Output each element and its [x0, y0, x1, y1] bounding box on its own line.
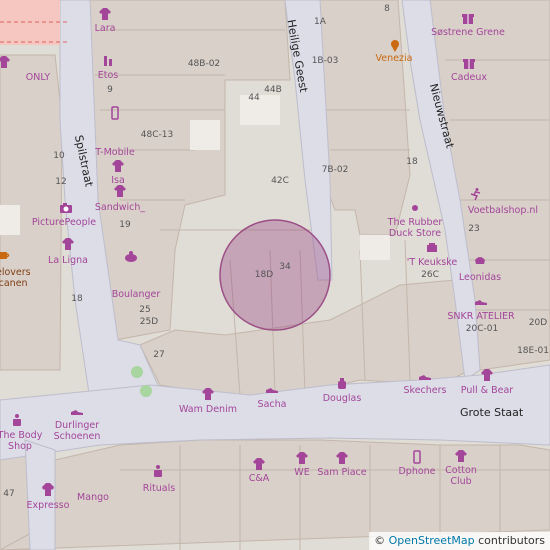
- shop-clothes-icon[interactable]: [454, 448, 468, 462]
- poi-label[interactable]: Isa: [111, 175, 125, 186]
- bakery-icon[interactable]: [124, 248, 138, 262]
- house-number: 19: [119, 220, 131, 230]
- house-number: 1A: [314, 17, 326, 27]
- poi-label[interactable]: Skechers: [404, 385, 447, 396]
- poi-label[interactable]: Cotton Club: [441, 465, 481, 487]
- gift-icon[interactable]: [461, 10, 475, 24]
- house-number: 48B-02: [187, 59, 221, 69]
- cosmetics-icon[interactable]: [10, 412, 24, 426]
- shoe-icon[interactable]: [474, 293, 488, 307]
- poi-label[interactable]: Pull & Bear: [461, 385, 513, 396]
- shop-clothes-icon[interactable]: [480, 367, 494, 381]
- street-grote-staat: Grote Staat: [460, 406, 524, 419]
- mobile-phone-icon[interactable]: [108, 105, 122, 120]
- tree-icon: [131, 366, 143, 378]
- poi-label[interactable]: Dphone: [398, 466, 435, 477]
- perfumery-icon[interactable]: [335, 375, 349, 389]
- house-number: 23: [468, 224, 480, 234]
- poi-label[interactable]: Cadeux: [451, 72, 487, 83]
- house-number: 12: [55, 177, 67, 187]
- poi-label[interactable]: Douglas: [323, 393, 362, 404]
- poi-label[interactable]: Durlinger Schoenen: [47, 420, 107, 442]
- poi-label[interactable]: elovers icanen: [0, 267, 38, 289]
- cosmetics-icon[interactable]: [151, 463, 165, 477]
- tree-icon: [140, 385, 152, 397]
- poi-label[interactable]: ONLY: [26, 72, 50, 83]
- shop-clothes-icon[interactable]: [295, 450, 309, 464]
- sports-icon[interactable]: [469, 186, 483, 201]
- osm-contributors-link[interactable]: OpenStreetMap: [389, 534, 475, 547]
- kitchen-icon[interactable]: [425, 240, 439, 254]
- house-number: 10: [53, 151, 65, 161]
- poi-label[interactable]: Leonidas: [459, 272, 501, 283]
- shop-icon[interactable]: [408, 200, 422, 214]
- poi-label[interactable]: The Body Shop: [0, 430, 44, 452]
- poi-label[interactable]: Wam Denim: [179, 404, 237, 415]
- confectionery-icon[interactable]: [473, 251, 487, 265]
- house-number: 48C-13: [140, 130, 174, 140]
- shop-clothes-icon[interactable]: [335, 450, 349, 464]
- house-number: 18E-01: [517, 346, 549, 356]
- shoe-icon[interactable]: [70, 403, 84, 417]
- mobile-phone-icon[interactable]: [410, 449, 424, 464]
- poi-label[interactable]: 'T Keukske: [407, 257, 458, 268]
- shop-clothes-icon[interactable]: [61, 236, 75, 250]
- house-number: 47: [3, 489, 15, 499]
- house-number: 8: [384, 4, 390, 14]
- poi-label[interactable]: Venezia: [376, 53, 413, 64]
- ice-cream-icon[interactable]: [388, 38, 402, 52]
- poi-label[interactable]: Expresso: [27, 500, 70, 511]
- poi-label[interactable]: Boulanger: [112, 289, 161, 300]
- poi-label[interactable]: Søstrene Grene: [431, 27, 505, 38]
- poi-label[interactable]: La Ligna: [48, 255, 88, 266]
- poi-label[interactable]: Rituals: [143, 483, 175, 494]
- gift-icon[interactable]: [462, 55, 476, 69]
- house-number: 26C: [421, 270, 439, 280]
- poi-label[interactable]: Sandwich_: [95, 202, 145, 213]
- house-number: 34: [279, 262, 291, 272]
- shop-clothes-icon[interactable]: [41, 481, 55, 495]
- house-number: 25D: [139, 317, 159, 327]
- poi-label[interactable]: Mango: [77, 492, 109, 503]
- house-number: 18D: [254, 270, 274, 280]
- poi-label[interactable]: Sacha: [258, 399, 287, 410]
- shoe-icon[interactable]: [265, 381, 279, 395]
- house-number: 44B: [264, 85, 282, 95]
- house-number: 9: [107, 85, 113, 95]
- camera-icon[interactable]: [59, 200, 73, 214]
- shoe-icon[interactable]: [418, 368, 432, 382]
- house-number: 1B-03: [311, 56, 339, 66]
- shop-clothes-icon[interactable]: [111, 158, 125, 172]
- shop-clothes-icon[interactable]: [98, 6, 112, 20]
- shop-clothes-icon[interactable]: [0, 54, 11, 68]
- map-viewport[interactable]: Spilstraat Heilige Geest Nieuwstraat Gro…: [0, 0, 550, 550]
- house-number: 18: [71, 294, 83, 304]
- house-number: 27: [153, 350, 165, 360]
- house-number: 42C: [271, 176, 289, 186]
- house-number: 7B-02: [321, 165, 349, 175]
- house-number: 25: [139, 305, 151, 315]
- house-number: 44: [248, 93, 260, 103]
- poi-label[interactable]: T-Mobile: [95, 147, 135, 158]
- poi-label[interactable]: PicturePeople: [32, 217, 96, 228]
- poi-label[interactable]: WE: [294, 467, 309, 478]
- house-number: 20D: [528, 318, 548, 328]
- map-attribution: © OpenStreetMap contributors: [369, 532, 550, 550]
- shop-clothes-icon[interactable]: [252, 456, 266, 470]
- chemist-icon[interactable]: [101, 53, 115, 67]
- poi-label[interactable]: C&A: [249, 473, 270, 484]
- shop-clothes-icon[interactable]: [201, 386, 215, 400]
- poi-label[interactable]: Etos: [98, 70, 119, 81]
- poi-label[interactable]: Voetbalshop.nl: [468, 205, 538, 216]
- poi-label[interactable]: The Rubber Duck Store: [385, 217, 445, 239]
- poi-label[interactable]: Sam Piace: [317, 467, 366, 478]
- poi-label[interactable]: SNKR ATELIER: [447, 311, 514, 322]
- cafe-icon[interactable]: [0, 247, 11, 261]
- house-number: 18: [406, 157, 418, 167]
- house-number: 20C-01: [465, 324, 499, 334]
- poi-label[interactable]: Lara: [95, 23, 116, 34]
- selection-circle: [219, 219, 331, 331]
